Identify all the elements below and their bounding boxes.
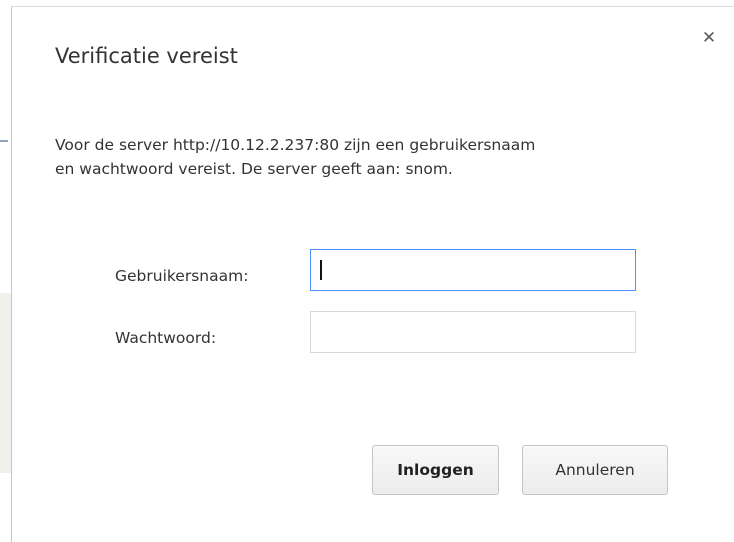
password-input[interactable]: [310, 311, 636, 353]
password-label: Wachtwoord:: [115, 329, 217, 347]
close-button[interactable]: ✕: [698, 27, 720, 49]
username-label: Gebruikersnaam:: [115, 267, 249, 285]
screen: Verificatie vereist ✕ Voor de server htt…: [0, 0, 734, 542]
dialog-message: Voor de server http://10.12.2.237:80 zij…: [55, 133, 715, 181]
username-input[interactable]: [310, 249, 636, 291]
close-icon: ✕: [701, 28, 717, 48]
auth-dialog: Verificatie vereist ✕ Voor de server htt…: [11, 6, 734, 542]
background-page-mark: [0, 140, 8, 142]
login-button[interactable]: Inloggen: [372, 445, 499, 495]
dialog-message-line-1: Voor de server http://10.12.2.237:80 zij…: [55, 136, 536, 154]
background-page-panel: [0, 293, 11, 473]
cancel-button[interactable]: Annuleren: [522, 445, 668, 495]
text-caret: [320, 260, 322, 280]
dialog-message-line-2: en wachtwoord vereist. De server geeft a…: [55, 160, 453, 178]
dialog-title: Verificatie vereist: [55, 44, 238, 68]
